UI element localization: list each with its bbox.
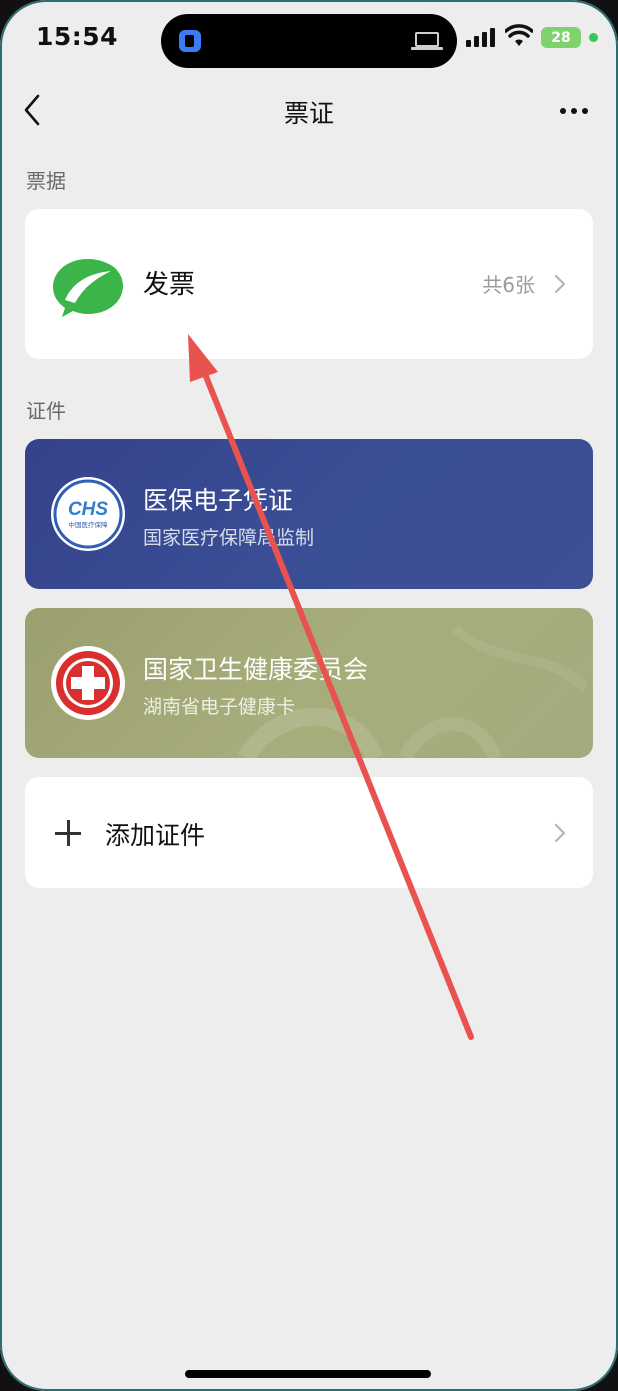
status-time: 15:54 bbox=[36, 22, 119, 51]
battery-level: 28 bbox=[551, 29, 571, 46]
page-title: 票证 bbox=[283, 99, 334, 128]
dynamic-island bbox=[161, 14, 457, 68]
health-card[interactable]: 国家卫生健康委员会 湖南省电子健康卡 bbox=[25, 608, 593, 758]
laptop-icon bbox=[411, 32, 443, 50]
chevron-right-icon bbox=[554, 823, 566, 843]
chs-logo-text: CHS bbox=[68, 499, 108, 520]
health-card-subtitle: 湖南省电子健康卡 bbox=[143, 696, 296, 718]
battery-icon: 28 bbox=[541, 27, 581, 48]
app-activity-icon bbox=[179, 30, 201, 52]
medical-insurance-card[interactable]: CHS 中国医疗保障 医保电子凭证 国家医疗保障局监制 bbox=[25, 439, 593, 589]
more-options-icon[interactable] bbox=[556, 100, 592, 120]
medical-insurance-title: 医保电子凭证 bbox=[143, 486, 294, 515]
home-indicator bbox=[185, 1370, 431, 1378]
phone-screen: 15:54 28 票证 票据 发票 共6张 证件 CHS 中国医疗保障 医保电子… bbox=[0, 0, 618, 1391]
invoice-card[interactable]: 发票 共6张 bbox=[25, 209, 593, 359]
invoice-title: 发票 bbox=[143, 270, 196, 300]
add-certificate-button[interactable]: 添加证件 bbox=[25, 777, 593, 888]
section-label-certificates: 证件 bbox=[26, 399, 66, 423]
medical-insurance-subtitle: 国家医疗保障局监制 bbox=[143, 527, 315, 549]
red-cross-icon bbox=[51, 646, 125, 720]
chs-logo-caption: 中国医疗保障 bbox=[69, 520, 109, 529]
chs-logo: CHS 中国医疗保障 bbox=[51, 477, 125, 551]
health-card-title: 国家卫生健康委员会 bbox=[143, 655, 369, 684]
section-label-receipts: 票据 bbox=[26, 169, 66, 193]
plus-icon bbox=[55, 820, 81, 846]
privacy-indicator-dot bbox=[589, 33, 598, 42]
wifi-icon bbox=[505, 24, 533, 46]
chevron-right-icon bbox=[554, 274, 566, 294]
add-certificate-label: 添加证件 bbox=[105, 821, 206, 850]
leaf-chat-icon bbox=[53, 259, 123, 317]
cellular-signal-icon bbox=[466, 27, 496, 47]
invoice-count: 共6张 bbox=[482, 273, 535, 297]
